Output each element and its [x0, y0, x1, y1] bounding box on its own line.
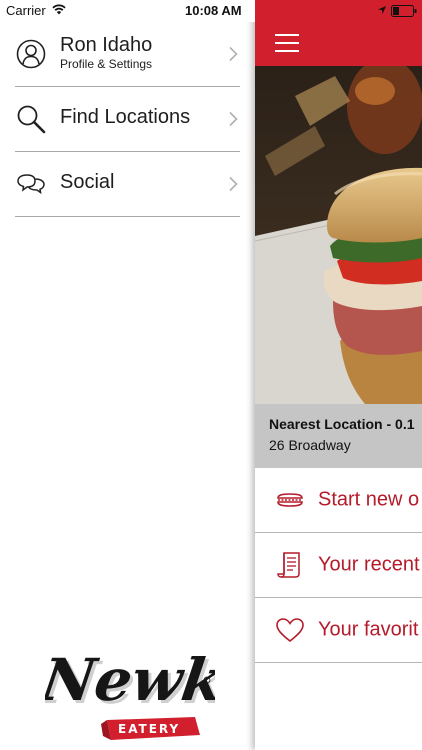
newks-eatery-logo: Newk's Newk's EATERY [45, 645, 215, 740]
hamburger-menu-button[interactable] [275, 34, 299, 54]
location-arrow-icon [378, 6, 386, 14]
user-icon [16, 39, 46, 69]
favorites-row[interactable]: Your favorit [255, 598, 422, 663]
drawer-item-social[interactable]: Social [15, 152, 240, 217]
hero-sandwich-image [255, 66, 422, 404]
nearest-location-address: 26 Broadway [269, 437, 351, 453]
drawer-item-find-locations[interactable]: Find Locations [15, 87, 240, 152]
action-label: Start new o [318, 488, 420, 511]
chevron-right-icon [229, 176, 238, 192]
profile-subtitle: Profile & Settings [60, 57, 153, 71]
chevron-right-icon [229, 111, 238, 127]
start-new-order-row[interactable]: Start new o [255, 468, 422, 533]
drawer-item-label: Find Locations [60, 106, 191, 128]
svg-text:Newk's: Newk's [45, 645, 215, 714]
main-panel[interactable]: Nearest Location - 0.1 26 Broadway Start… [255, 0, 422, 750]
wifi-icon [52, 4, 66, 15]
drawer-item-profile[interactable]: Ron Idaho Profile & Settings [15, 22, 240, 87]
search-icon [17, 105, 46, 134]
chevron-right-icon [229, 46, 238, 62]
profile-name: Ron Idaho [60, 34, 153, 56]
action-label: Your recent [318, 553, 420, 576]
status-bar: Carrier 10:08 AM [0, 0, 255, 22]
side-drawer: Ron Idaho Profile & Settings Find Locati… [0, 22, 255, 750]
status-time: 10:08 AM [185, 3, 242, 18]
sandwich-icon [277, 493, 303, 507]
receipt-icon [277, 552, 300, 578]
heart-icon [276, 618, 304, 643]
recent-orders-row[interactable]: Your recent [255, 533, 422, 598]
main-header [255, 22, 422, 66]
main-status-bar [255, 0, 422, 22]
svg-text:EATERY: EATERY [118, 722, 180, 736]
nearest-location-bar[interactable]: Nearest Location - 0.1 26 Broadway [255, 404, 422, 468]
chat-bubbles-icon [17, 174, 45, 195]
battery-icon [391, 5, 417, 17]
nearest-location-title: Nearest Location - 0.1 [269, 416, 415, 432]
action-label: Your favorit [318, 618, 419, 641]
drawer-item-label: Social [60, 171, 115, 193]
carrier-label: Carrier [6, 3, 46, 18]
